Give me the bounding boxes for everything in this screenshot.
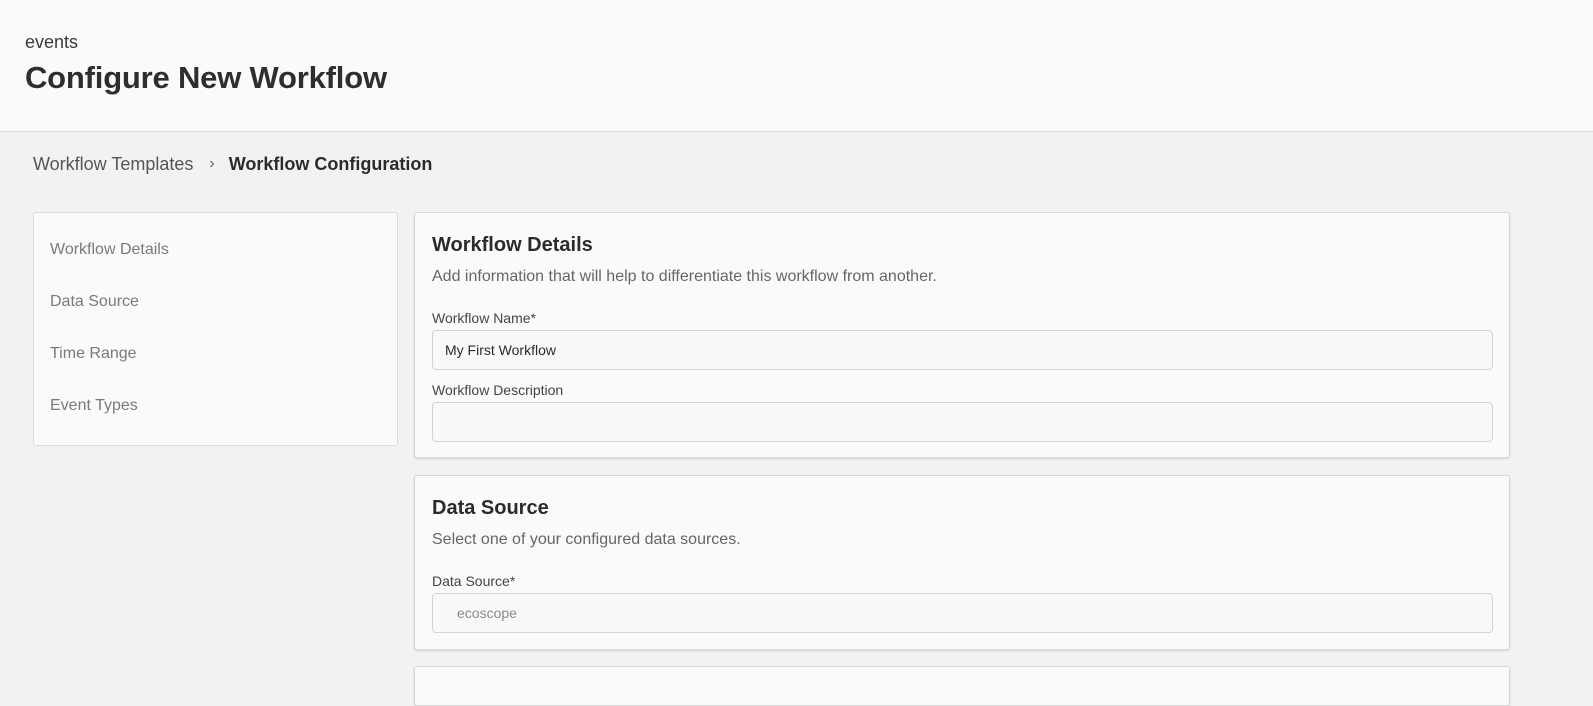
page-title: Configure New Workflow bbox=[25, 60, 387, 95]
app-name: events bbox=[25, 32, 79, 52]
workflow-details-card: Workflow Details Add information that wi… bbox=[414, 212, 1510, 458]
workflow-description-input[interactable] bbox=[432, 402, 1493, 442]
nav-item-event-types[interactable]: Event Types bbox=[50, 397, 138, 415]
nav-item-workflow-details[interactable]: Workflow Details bbox=[50, 241, 169, 259]
workflow-details-description: Add information that will help to differ… bbox=[432, 268, 937, 285]
section-nav: Workflow Details Data Source Time Range … bbox=[33, 212, 398, 446]
data-source-card: Data Source Select one of your configure… bbox=[414, 475, 1510, 650]
chevron-right-icon: › bbox=[209, 155, 215, 172]
workflow-name-label: Workflow Name* bbox=[432, 310, 536, 326]
data-source-label: Data Source* bbox=[432, 573, 516, 589]
workflow-name-input[interactable] bbox=[432, 330, 1493, 370]
data-source-selected-value: ecoscope bbox=[457, 605, 517, 621]
workflow-details-title: Workflow Details bbox=[432, 234, 593, 256]
breadcrumb: Workflow Templates › Workflow Configurat… bbox=[33, 152, 432, 176]
data-source-title: Data Source bbox=[432, 497, 549, 519]
nav-item-time-range[interactable]: Time Range bbox=[50, 345, 137, 363]
nav-item-data-source[interactable]: Data Source bbox=[50, 293, 139, 311]
next-section-card bbox=[414, 666, 1510, 706]
breadcrumb-workflow-templates[interactable]: Workflow Templates bbox=[33, 154, 193, 175]
breadcrumb-current: Workflow Configuration bbox=[228, 153, 433, 174]
data-source-select[interactable]: ecoscope bbox=[432, 593, 1493, 633]
page-header: events Configure New Workflow bbox=[0, 0, 1593, 132]
workflow-description-label: Workflow Description bbox=[432, 382, 564, 398]
data-source-description: Select one of your configured data sourc… bbox=[432, 531, 741, 548]
